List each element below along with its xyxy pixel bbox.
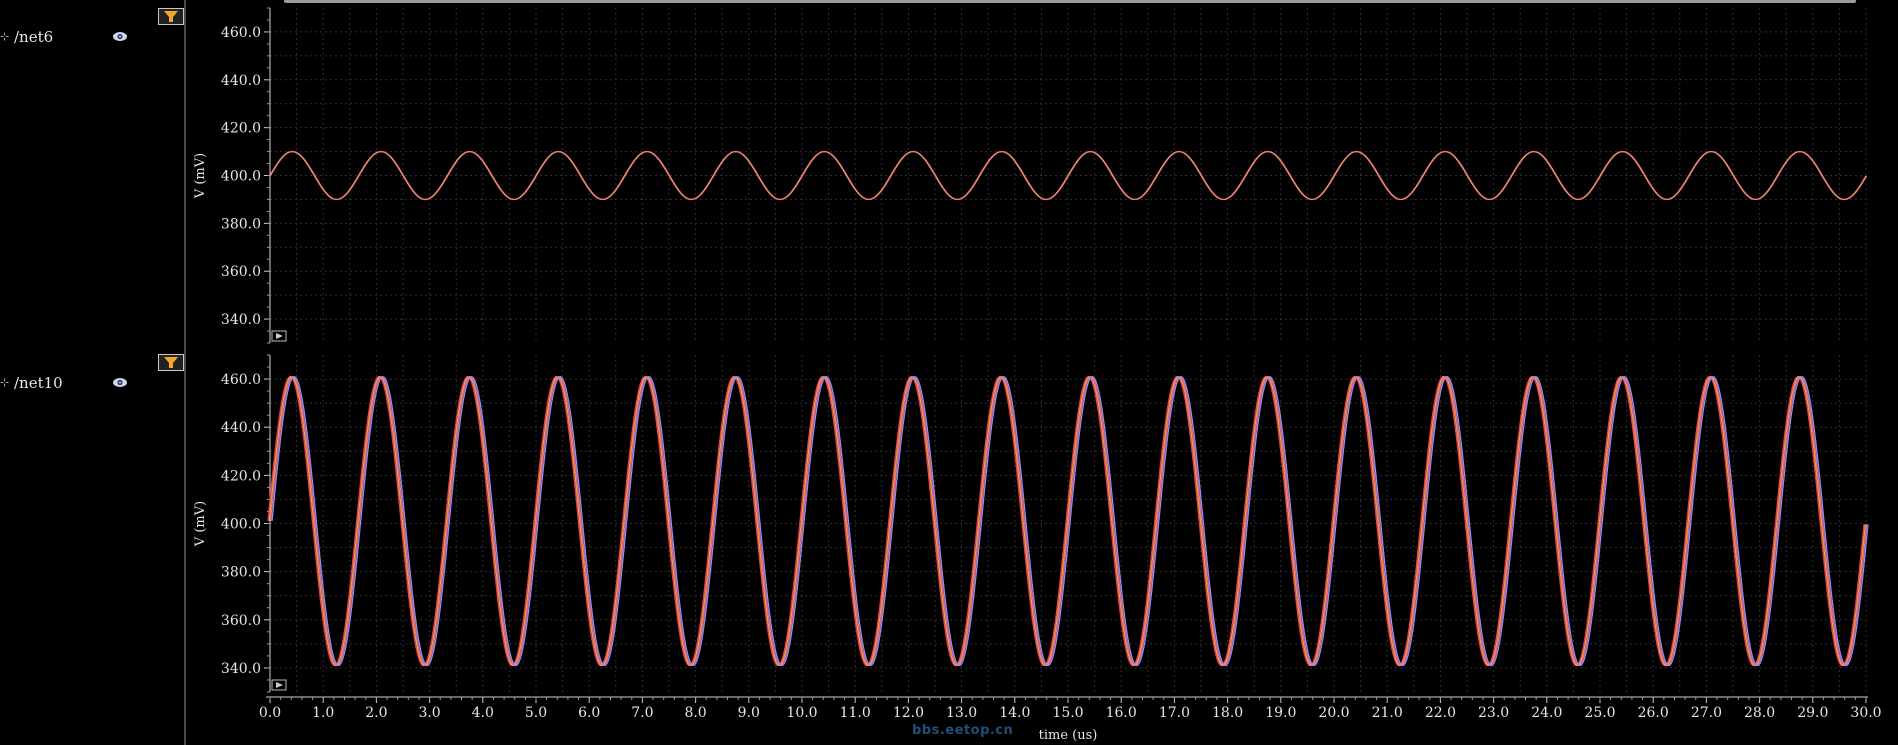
y-tick-label: 460.0 (221, 372, 261, 388)
y-tick-label: 400.0 (221, 169, 261, 185)
waveform-plots: 340.0 360.0 380.0 400.0 420.0 440.0 460.0 V (mV… (193, 7, 1882, 743)
x-tick-label: 0.0 (259, 705, 281, 721)
x-tick-label: 3.0 (418, 705, 440, 721)
x-tick-label: 9.0 (738, 705, 760, 721)
x-tick-label: 24.0 (1531, 705, 1562, 721)
x-tick-label: 13.0 (946, 705, 977, 721)
x-axis-label: time (us) (1039, 728, 1098, 743)
x-tick-label: 2.0 (365, 705, 387, 721)
x-tick-label: 5.0 (525, 705, 547, 721)
x-tick-label: 27.0 (1691, 705, 1722, 721)
y-tick-label: 420.0 (221, 121, 261, 137)
play-icon (276, 333, 283, 339)
y-tick-label: 380.0 (221, 216, 261, 232)
y-tick-label: 360.0 (221, 264, 261, 280)
x-tick-label: 26.0 (1638, 705, 1669, 721)
x-tick-label: 12.0 (893, 705, 924, 721)
x-tick-label: 6.0 (578, 705, 600, 721)
x-tick-label: 20.0 (1318, 705, 1349, 721)
x-tick-label: 28.0 (1744, 705, 1775, 721)
y-tick-label: 440.0 (221, 420, 261, 436)
x-tick-label: 7.0 (631, 705, 653, 721)
x-tick-label: 23.0 (1478, 705, 1509, 721)
x-tick-label: 30.0 (1850, 705, 1881, 721)
x-tick-label: 16.0 (1106, 705, 1137, 721)
x-tick-label: 17.0 (1159, 705, 1190, 721)
x-tick-label: 25.0 (1584, 705, 1615, 721)
x-tick-label: 8.0 (684, 705, 706, 721)
x-tick-label: 19.0 (1265, 705, 1296, 721)
y-tick-label: 340.0 (221, 661, 261, 677)
trace-net10-blue (271, 375, 1869, 667)
y-tick-label: 360.0 (221, 613, 261, 629)
y-tick-label: 380.0 (221, 565, 261, 581)
trace-net10-pink (270, 375, 1868, 667)
x-tick-label: 21.0 (1372, 705, 1403, 721)
y-tick-label: 460.0 (221, 25, 261, 41)
y-axis-label: V (mV) (193, 153, 208, 199)
x-tick-label: 29.0 (1797, 705, 1828, 721)
y-tick-label: 340.0 (221, 312, 261, 328)
x-tick-label: 18.0 (1212, 705, 1243, 721)
watermark: bbs.eetop.cn (912, 723, 1014, 738)
y-tick-label: 420.0 (221, 468, 261, 484)
x-tick-label: 1.0 (312, 705, 334, 721)
y-tick-label: 400.0 (221, 517, 261, 533)
y-tick-label: 440.0 (221, 73, 261, 89)
trace-net10-red (267, 375, 1865, 667)
x-tick-label: 11.0 (840, 705, 871, 721)
x-tick-label: 15.0 (1052, 705, 1083, 721)
x-tick-label: 14.0 (999, 705, 1030, 721)
x-tick-label: 10.0 (786, 705, 817, 721)
y-axis-label: V (mV) (193, 501, 208, 547)
trace-net10-orange (268, 375, 1866, 667)
x-tick-label: 22.0 (1425, 705, 1456, 721)
x-tick-label: 4.0 (472, 705, 494, 721)
play-icon (276, 682, 283, 688)
